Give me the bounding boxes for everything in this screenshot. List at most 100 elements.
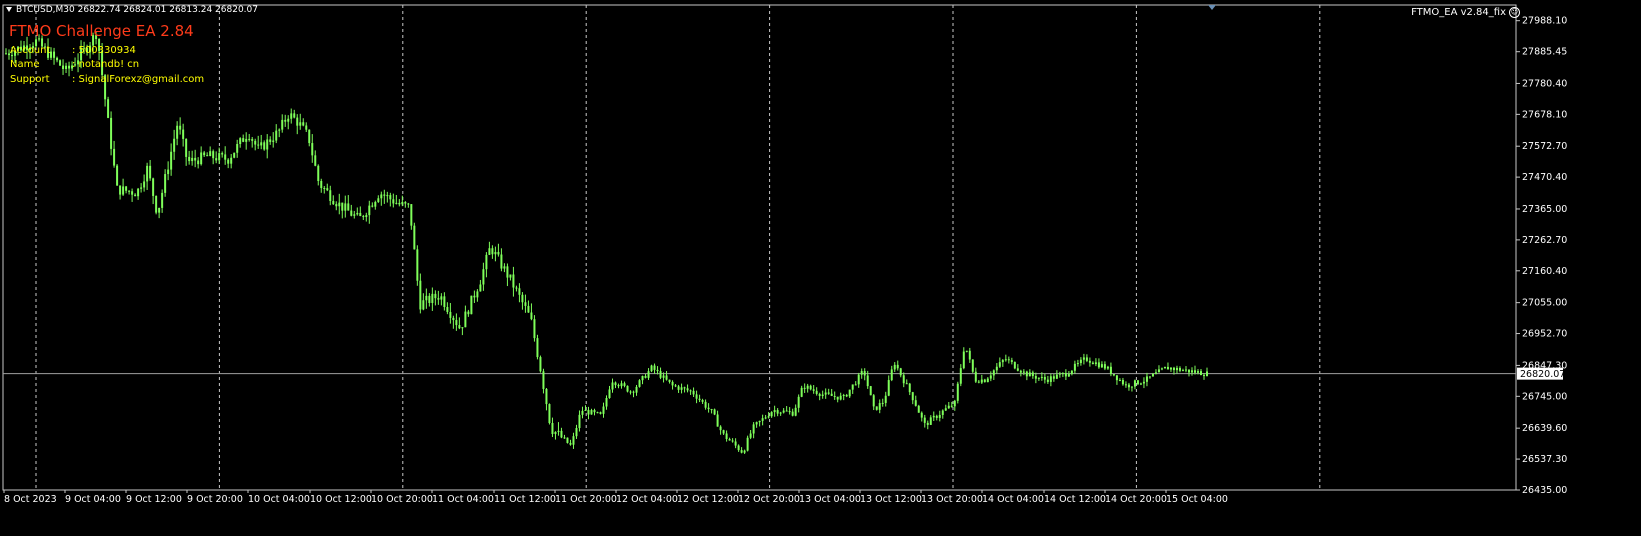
candle-body <box>287 118 290 122</box>
candle-body <box>194 157 197 161</box>
ea-info-name: Name: notandb! cn <box>10 59 139 70</box>
candle-body <box>839 395 842 400</box>
candle-body <box>752 424 755 434</box>
candle-body <box>791 411 794 416</box>
candle-body <box>539 357 542 372</box>
candle-body <box>737 445 740 451</box>
candle-body <box>968 350 971 360</box>
candle-body <box>1112 374 1115 376</box>
candle-body <box>854 384 857 386</box>
candle-body <box>761 418 764 421</box>
candle-body <box>275 130 278 141</box>
candle-body <box>476 291 479 298</box>
candle-body <box>635 386 638 393</box>
candle-body <box>899 368 902 376</box>
candle-body <box>863 371 866 376</box>
candle-body <box>116 165 119 186</box>
candle-body <box>866 375 869 387</box>
candle-body <box>1040 376 1043 378</box>
candle-body <box>533 319 536 339</box>
candle-body <box>821 394 824 397</box>
candle-body <box>764 417 767 419</box>
candle-body <box>914 400 917 406</box>
candle-body <box>5 53 7 55</box>
candle-body <box>758 420 761 423</box>
candle-body <box>176 125 179 139</box>
candle-body <box>479 284 482 292</box>
ea-badge[interactable]: FTMO_EA v2.84_fix ☺ <box>1411 7 1520 18</box>
candle-body <box>377 198 380 202</box>
candle-body <box>254 140 257 145</box>
candle-body <box>308 129 311 144</box>
candle-body <box>797 396 800 408</box>
candle-body <box>965 350 968 352</box>
candle-body <box>842 395 845 396</box>
time-axis-label: 14 Oct 12:00 <box>1044 494 1106 505</box>
candle-body <box>392 199 395 204</box>
candle-body <box>227 159 230 164</box>
candle-body <box>1178 367 1181 371</box>
candle-body <box>1004 359 1007 361</box>
candle-body <box>971 359 974 372</box>
candle-body <box>848 389 851 397</box>
candle-body <box>1001 360 1004 363</box>
chart-canvas[interactable]: 8 Oct 2023 9 Oct 04:00 9 Oct 12:00 9 Oct 20… <box>0 0 1641 536</box>
info-label: Support <box>10 74 50 85</box>
candle-body <box>788 411 791 413</box>
candle-body <box>197 160 200 165</box>
symbol-timeframe: BTCUSD,M30 <box>16 5 75 15</box>
candle-body <box>242 138 245 142</box>
candle-body <box>1127 384 1130 388</box>
candle-body <box>485 254 488 270</box>
candle-body <box>1202 375 1205 377</box>
candle-body <box>1175 367 1178 371</box>
candle-body <box>890 369 893 381</box>
candle-body <box>113 148 116 166</box>
candle-body <box>464 311 467 328</box>
candle-body <box>731 440 734 442</box>
time-axis-label: 14 Oct 04:00 <box>982 494 1044 505</box>
chart-shift-marker-icon[interactable] <box>1208 5 1216 10</box>
candle-body <box>521 294 524 303</box>
candle-body <box>293 113 296 118</box>
candle-body <box>467 311 470 315</box>
candle-body <box>449 311 452 318</box>
candle-body <box>239 138 242 144</box>
candle-body <box>1190 370 1193 373</box>
price-axis-label: 27055.00 <box>1522 298 1567 309</box>
price-axis-label: 26435.00 <box>1522 485 1567 496</box>
candle-body <box>191 157 194 162</box>
candle-body <box>137 188 140 197</box>
candle-body <box>230 157 233 164</box>
price-axis-label: 27365.00 <box>1522 204 1567 215</box>
candle-body <box>611 382 614 390</box>
candle-body <box>134 194 137 197</box>
candle-body <box>362 216 365 218</box>
candle-body <box>407 203 410 205</box>
candle-body <box>545 388 548 405</box>
candle-body <box>398 202 401 205</box>
dropdown-triangle-icon[interactable] <box>6 7 12 12</box>
candle-body <box>959 368 962 384</box>
candle-body <box>200 152 203 165</box>
candle-body <box>203 152 206 156</box>
candle-body <box>578 414 581 429</box>
candle-body <box>668 379 671 382</box>
candle-body <box>1100 364 1103 368</box>
ea-badge-label: FTMO_EA v2.84_fix <box>1411 7 1506 18</box>
candle-body <box>527 305 530 313</box>
time-axis-label: 12 Oct 04:00 <box>616 494 678 505</box>
candle-body <box>932 415 935 418</box>
candle-body <box>671 381 674 386</box>
trading-chart-window[interactable]: 8 Oct 2023 9 Oct 04:00 9 Oct 12:00 9 Oct 20… <box>0 0 1641 536</box>
candle-body <box>824 392 827 395</box>
time-axis-label: 13 Oct 12:00 <box>860 494 922 505</box>
price-axis-label: 26537.30 <box>1522 454 1567 465</box>
candle-body <box>680 387 683 390</box>
candle-body <box>947 405 950 409</box>
candle-body <box>173 138 176 152</box>
candle-body <box>770 412 773 417</box>
candle-body <box>158 207 161 213</box>
candle-body <box>596 412 599 414</box>
price-axis-label: 27678.10 <box>1522 109 1567 120</box>
